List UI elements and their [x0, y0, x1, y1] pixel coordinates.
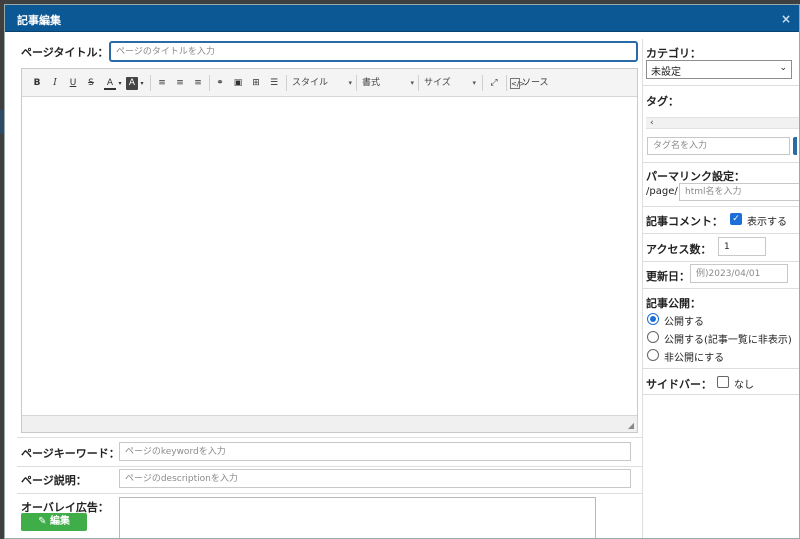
keyword-input[interactable] [119, 442, 631, 461]
divider [642, 206, 799, 207]
category-label: カテゴリ： [646, 47, 701, 60]
access-count-label: アクセス数： [646, 243, 712, 256]
toolbar-separator [506, 75, 507, 91]
edit-button-label: 編集 [49, 516, 70, 527]
category-selected-value: 未設定 [651, 67, 681, 78]
article-edit-modal: 記事編集 × ページタイトル： B I U S A ▾ A ▾ ≡ ≡ ≡ ⚭ … [4, 4, 800, 539]
italic-button[interactable]: I [50, 77, 60, 90]
style-dropdown-label: スタイル [292, 78, 329, 88]
resize-handle-icon[interactable]: ◢ [628, 421, 634, 430]
comment-checkbox[interactable]: ✓ [730, 213, 742, 225]
chevron-down-icon: ▾ [410, 79, 414, 87]
source-icon[interactable]: </> [510, 78, 525, 89]
modal-title: 記事編集 [17, 14, 61, 27]
style-dropdown[interactable]: スタイル ▾ [292, 77, 352, 90]
divider [642, 233, 799, 234]
text-color-dropdown-icon[interactable]: ▾ [117, 77, 123, 90]
rich-text-editor: B I U S A ▾ A ▾ ≡ ≡ ≡ ⚭ ▣ ⊞ ☰ スタイル ▾ 書式 [21, 68, 638, 433]
align-left-icon[interactable]: ≡ [156, 77, 168, 90]
publish-label: 記事公開： [646, 297, 701, 310]
divider [642, 261, 799, 262]
scroll-left-icon[interactable]: ‹ [650, 118, 654, 128]
strikethrough-button[interactable]: S [86, 77, 96, 90]
bg-color-dropdown-icon[interactable]: ▾ [139, 77, 145, 90]
bg-color-button[interactable]: A [126, 77, 138, 90]
tag-input[interactable] [647, 137, 790, 155]
divider [642, 368, 799, 369]
toolbar-separator [150, 75, 151, 91]
divider [17, 437, 642, 438]
publish-option-unlisted: 公開する(記事一覧に非表示) [664, 335, 792, 346]
publish-radio-unlisted[interactable] [647, 331, 659, 343]
size-dropdown-label: サイズ [424, 78, 451, 88]
close-icon[interactable]: × [781, 12, 791, 26]
format-dropdown-label: 書式 [362, 78, 381, 88]
editor-content-area[interactable] [22, 97, 637, 415]
comment-option-label: 表示する [747, 217, 787, 228]
publish-option-private: 非公開にする [664, 353, 725, 364]
updated-date-input[interactable] [690, 264, 788, 283]
chevron-down-icon: ▾ [348, 79, 352, 87]
permalink-input[interactable] [679, 183, 799, 201]
toolbar-separator [209, 75, 210, 91]
divider [17, 493, 642, 494]
updated-date-label: 更新日： [646, 270, 690, 283]
align-center-icon[interactable]: ≡ [174, 77, 186, 90]
chevron-down-icon: ▾ [472, 79, 476, 87]
divider [642, 394, 799, 395]
sidebar-setting-label: サイドバー： [646, 378, 712, 391]
edit-button[interactable]: ✎ 編集 [21, 513, 87, 531]
size-dropdown[interactable]: サイズ ▾ [424, 77, 476, 90]
tag-scrollbar[interactable]: ‹ [646, 117, 799, 129]
bold-button[interactable]: B [32, 77, 42, 90]
image-icon[interactable]: ▣ [232, 77, 244, 90]
toolbar-separator [356, 75, 357, 91]
sidebar-none-label: なし [734, 380, 754, 391]
source-button[interactable]: ソース [522, 77, 552, 90]
tag-add-button[interactable] [793, 137, 797, 155]
access-count-input[interactable] [718, 237, 766, 256]
align-right-icon[interactable]: ≡ [192, 77, 204, 90]
sidebar-none-checkbox[interactable] [717, 376, 729, 388]
editor-toolbar: B I U S A ▾ A ▾ ≡ ≡ ≡ ⚭ ▣ ⊞ ☰ スタイル ▾ 書式 [22, 69, 637, 97]
divider [642, 162, 799, 163]
tag-label: タグ： [646, 95, 679, 108]
table-icon[interactable]: ⊞ [250, 77, 262, 90]
horizontal-rule-icon[interactable]: ☰ [268, 77, 280, 90]
modal-header: 記事編集 × [5, 5, 799, 32]
publish-radio-private[interactable] [647, 349, 659, 361]
comment-label: 記事コメント： [646, 215, 723, 228]
overlay-ad-textarea[interactable] [119, 497, 596, 538]
toolbar-separator [286, 75, 287, 91]
category-select[interactable]: 未設定 ⌄ [646, 60, 792, 79]
description-label: ページ説明： [21, 474, 87, 487]
divider [17, 466, 642, 467]
title-input[interactable] [109, 41, 638, 62]
divider [642, 288, 799, 289]
editor-status-bar: ◢ [22, 415, 637, 432]
underline-button[interactable]: U [68, 77, 78, 90]
toolbar-separator [482, 75, 483, 91]
chevron-down-icon: ⌄ [779, 63, 787, 73]
text-color-button[interactable]: A [104, 77, 116, 90]
format-dropdown[interactable]: 書式 ▾ [362, 77, 414, 90]
divider [642, 85, 799, 86]
toolbar-separator [418, 75, 419, 91]
permalink-label: パーマリンク設定： [646, 170, 745, 183]
publish-option-public: 公開する [664, 317, 704, 328]
permalink-prefix: /page/ [646, 186, 678, 197]
keyword-label: ページキーワード： [21, 447, 120, 460]
sidebar-divider [642, 39, 643, 538]
title-label: ページタイトル： [21, 46, 109, 59]
description-input[interactable] [119, 469, 631, 488]
pencil-icon: ✎ [38, 516, 50, 527]
publish-radio-public[interactable] [647, 313, 659, 325]
link-icon[interactable]: ⚭ [214, 77, 226, 90]
maximize-icon[interactable]: ⤢ [488, 77, 500, 90]
